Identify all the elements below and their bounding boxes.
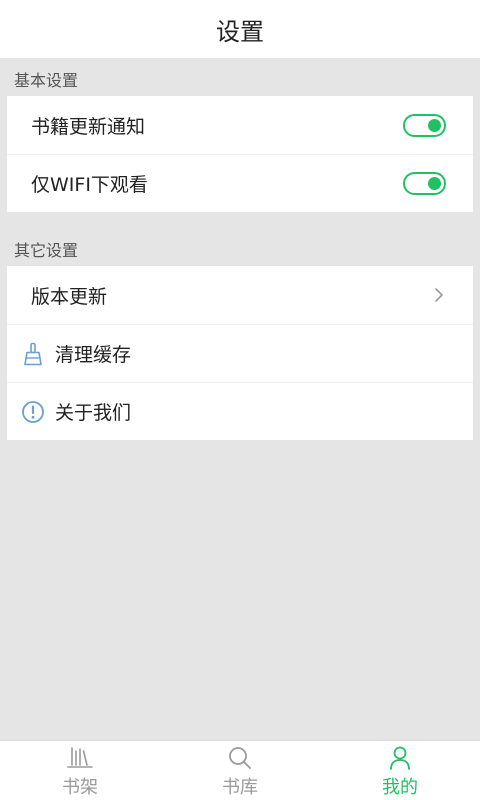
book-update-notify-toggle[interactable] (403, 113, 446, 137)
basic-settings-card: 书籍更新通知 仅WIFI下观看 (7, 96, 473, 212)
section-label-basic: 基本设置 (14, 71, 79, 90)
tab-mine[interactable]: 我的 (320, 741, 480, 800)
setting-row-book-update-notify[interactable]: 书籍更新通知 (7, 96, 473, 154)
setting-label-wifi-only: 仅WIFI下观看 (31, 174, 148, 196)
bottom-tab-bar: 书架 书库 我的 (0, 740, 480, 800)
page-title: 设置 (216, 17, 264, 46)
tab-bookshelf[interactable]: 书架 (0, 741, 160, 800)
other-settings-card: 版本更新 清理缓存 关于我们 (7, 266, 473, 440)
bookshelf-icon (66, 745, 94, 771)
setting-row-clear-cache[interactable]: 清理缓存 (7, 324, 473, 382)
title-bar: 设置 (0, 0, 480, 58)
setting-row-about-us[interactable]: 关于我们 (7, 382, 473, 440)
setting-row-version-update[interactable]: 版本更新 (7, 266, 473, 324)
user-icon (386, 745, 414, 771)
setting-label-about-us: 关于我们 (55, 402, 132, 424)
info-circle-icon (21, 400, 45, 424)
search-icon (226, 745, 254, 771)
setting-label-clear-cache: 清理缓存 (55, 344, 132, 366)
wifi-only-toggle[interactable] (403, 172, 446, 195)
tab-label-library: 书库 (222, 777, 258, 798)
chevron-right-icon (432, 286, 446, 304)
section-label-other: 其它设置 (14, 241, 79, 260)
broom-icon (21, 342, 45, 366)
toggle-knob (428, 177, 441, 190)
tab-label-bookshelf: 书架 (62, 777, 98, 798)
setting-label-book-update-notify: 书籍更新通知 (31, 115, 146, 138)
tab-library[interactable]: 书库 (160, 741, 320, 800)
setting-label-version-update: 版本更新 (31, 285, 108, 308)
tab-label-mine: 我的 (382, 777, 418, 798)
setting-row-wifi-only[interactable]: 仅WIFI下观看 (7, 154, 473, 212)
toggle-knob (428, 118, 441, 132)
